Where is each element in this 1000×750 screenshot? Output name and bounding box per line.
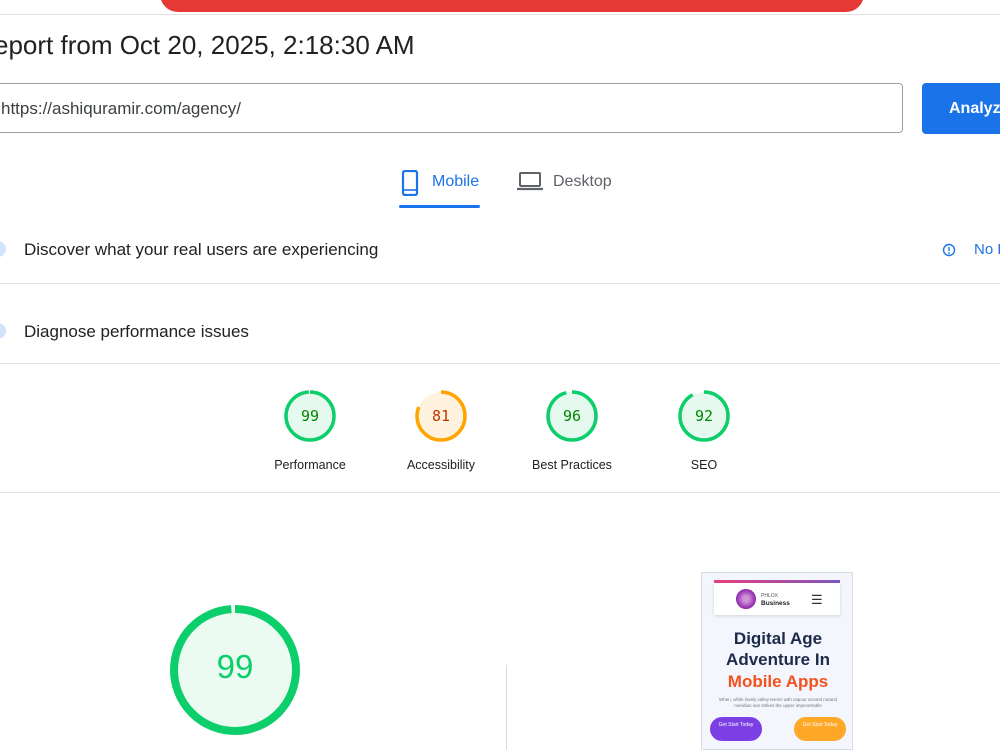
score-label: Best Practices [532,458,612,472]
report-title: eport from Oct 20, 2025, 2:18:30 AM [0,30,415,60]
divider [0,492,1000,493]
score-gauge-seo[interactable]: 92 SEO [649,390,759,476]
page-screenshot-thumbnail: PHLOX Business ☰ Digital Age Adventure I… [701,572,853,750]
section-icon [0,323,6,339]
score-label: SEO [690,458,718,472]
logo-icon [736,589,756,609]
real-users-section[interactable]: Discover what your real users are experi… [0,230,1000,284]
thumbnail-button-2: Get Start Today [794,717,846,741]
real-users-heading: Discover what your real users are experi… [24,240,379,259]
no-data-label: No Data [974,241,1000,258]
smartphone-icon [400,169,420,201]
tab-mobile[interactable]: Mobile [400,166,480,206]
divider [0,14,1000,15]
thumbnail-navbar: PHLOX Business ☰ [714,583,840,615]
tab-mobile-underline [399,205,480,208]
top-banner [160,0,864,12]
score-gauge-best-practices[interactable]: 96 Best Practices [517,390,627,476]
score-gauge-accessibility[interactable]: 81 Accessibility [386,390,496,476]
performance-big-score: 99 [216,648,254,685]
thumbnail-headline-2: Adventure In [726,650,830,669]
hamburger-menu-icon: ☰ [811,592,823,607]
diagnose-section[interactable]: Diagnose performance issues [0,312,1000,364]
tab-desktop-label: Desktop [553,173,612,190]
tab-mobile-label: Mobile [432,173,480,190]
divider [506,665,507,750]
laptop-icon [517,170,543,197]
score-value: 81 [431,407,451,425]
score-label: Performance [274,458,346,472]
score-value: 92 [694,407,714,425]
thumbnail-headline-3: Mobile Apps [727,672,829,691]
thumbnail-paragraph: When, while lovely valley teems with vap… [718,697,838,708]
url-input[interactable]: https://ashiquramir.com/agency/ [0,83,903,133]
thumbnail-brand-bottom: Business [761,600,790,607]
score-value: 96 [562,407,582,425]
thumbnail-button-1: Get Start Today [710,717,762,741]
tab-desktop[interactable]: Desktop [517,166,617,206]
url-input-value[interactable]: https://ashiquramir.com/agency/ [1,99,241,119]
thumbnail-brand-top: PHLOX [761,593,778,599]
score-label: Accessibility [406,458,476,472]
info-icon [942,243,956,261]
diagnose-heading: Diagnose performance issues [24,322,249,341]
analyze-button-label: Analyze [949,100,1000,117]
score-value: 99 [300,407,320,425]
score-gauge-performance[interactable]: 99 Performance [255,390,365,476]
analyze-button[interactable]: Analyze [922,83,1000,134]
thumbnail-headline-1: Digital Age [733,629,823,648]
section-icon [0,241,6,257]
